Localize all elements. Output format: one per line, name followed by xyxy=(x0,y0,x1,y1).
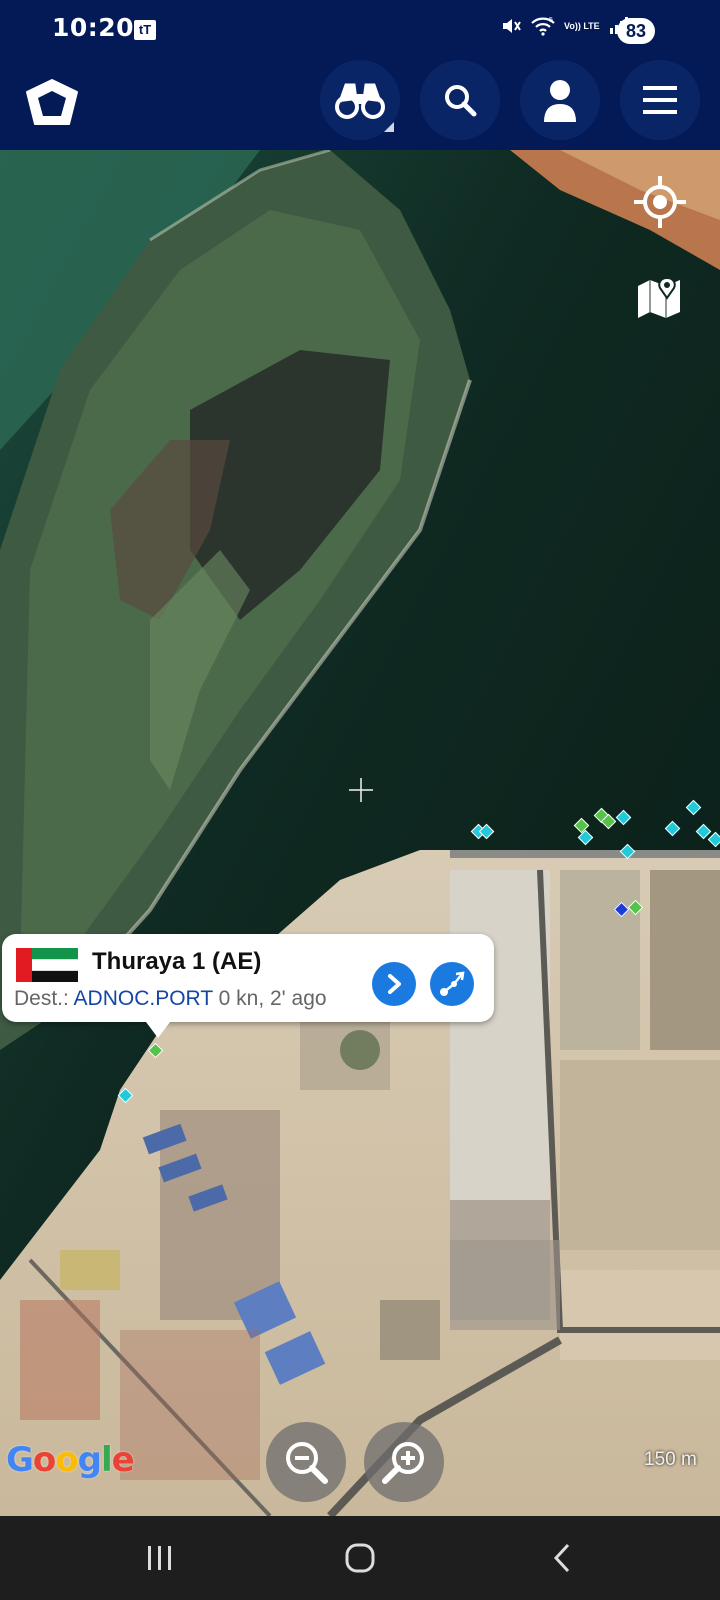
home-button[interactable] xyxy=(330,1538,390,1578)
recent-apps-button[interactable] xyxy=(130,1538,190,1578)
destination-value: ADNOC.PORT xyxy=(73,987,213,1010)
vessel-name: Thuraya 1 (AE) xyxy=(92,948,262,975)
binoculars-button[interactable] xyxy=(320,60,400,140)
back-button[interactable] xyxy=(532,1538,592,1578)
vessel-details-button[interactable] xyxy=(372,962,416,1006)
svg-text:5: 5 xyxy=(549,17,553,24)
zoom-in-icon xyxy=(382,1442,424,1484)
dest-label: Dest.: xyxy=(14,987,69,1010)
zoom-out-button[interactable] xyxy=(266,1422,346,1502)
dropdown-corner-icon xyxy=(384,122,394,132)
my-location-icon[interactable] xyxy=(632,174,688,230)
system-nav-bar xyxy=(0,1516,720,1600)
search-icon xyxy=(445,85,477,117)
volte-indicator: Vo)) LTE xyxy=(564,20,600,31)
route-icon xyxy=(440,971,465,996)
app-bar xyxy=(0,50,720,150)
account-icon xyxy=(544,80,576,122)
back-icon xyxy=(553,1543,570,1573)
vessel-route-button[interactable] xyxy=(430,962,474,1006)
map-center-crosshair xyxy=(349,778,373,802)
account-button[interactable] xyxy=(520,60,600,140)
vessel-destination-line: Dest.: ADNOC.PORT 0 kn, 2' ago xyxy=(14,987,327,1011)
menu-icon xyxy=(643,86,677,114)
map-layers-icon[interactable] xyxy=(636,274,682,320)
satellite-map[interactable]: Thuraya 1 (AE) Dest.: ADNOC.PORT 0 kn, 2… xyxy=(0,150,720,1516)
zoom-out-icon xyxy=(286,1442,328,1484)
pentagon-logo-icon[interactable] xyxy=(24,78,80,128)
satellite-imagery xyxy=(0,150,720,1516)
uae-flag-icon xyxy=(16,948,78,982)
recent-apps-icon xyxy=(148,1546,171,1570)
status-icons: 5 Vo)) LTE xyxy=(500,14,630,38)
wifi-icon: 5 xyxy=(531,17,555,36)
speed-age: 0 kn, 2' ago xyxy=(218,987,327,1010)
home-icon xyxy=(345,1543,375,1573)
status-bar: 10:20 tT 5 Vo)) LTE 83 xyxy=(0,0,720,50)
mute-icon xyxy=(503,19,521,33)
vessel-popup[interactable]: Thuraya 1 (AE) Dest.: ADNOC.PORT 0 kn, 2… xyxy=(2,934,494,1038)
search-button[interactable] xyxy=(420,60,500,140)
status-time: 10:20 xyxy=(52,13,135,42)
battery-level: 83 xyxy=(617,18,655,44)
binoculars-icon xyxy=(335,83,385,119)
tt-badge: tT xyxy=(134,20,156,40)
google-attribution: Google xyxy=(6,1440,135,1480)
map-scale: 150 m xyxy=(644,1449,697,1470)
zoom-in-button[interactable] xyxy=(364,1422,444,1502)
menu-button[interactable] xyxy=(620,60,700,140)
chevron-right-icon xyxy=(388,974,401,994)
